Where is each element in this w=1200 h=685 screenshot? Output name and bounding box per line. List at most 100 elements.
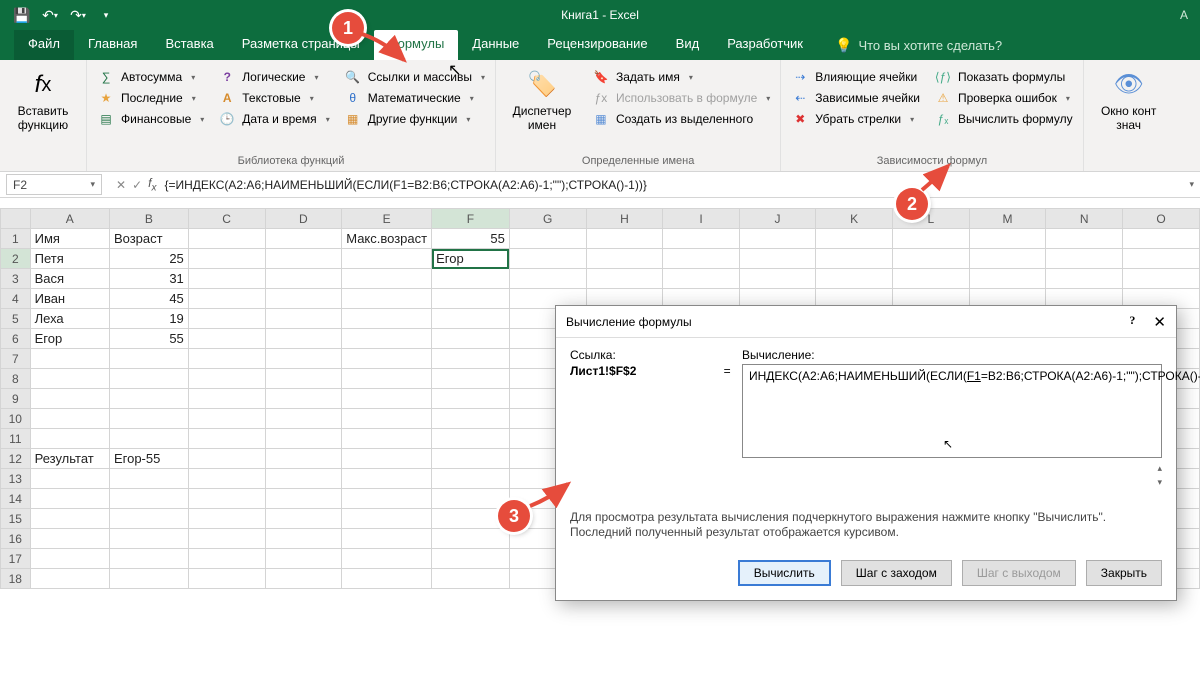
cell-B14[interactable]: [109, 489, 188, 509]
cell-M3[interactable]: [969, 269, 1046, 289]
row-header-11[interactable]: 11: [1, 429, 31, 449]
cell-F12[interactable]: [432, 449, 510, 469]
cell-E1[interactable]: Макс.возраст: [342, 229, 432, 249]
tab-insert[interactable]: Вставка: [151, 30, 227, 60]
tab-view[interactable]: Вид: [662, 30, 714, 60]
evaluate-button[interactable]: Вычислить: [738, 560, 831, 586]
cell-A5[interactable]: Леха: [30, 309, 109, 329]
cell-E3[interactable]: [342, 269, 432, 289]
cell-D13[interactable]: [265, 469, 342, 489]
row-header-16[interactable]: 16: [1, 529, 31, 549]
cmd-trace-dependents[interactable]: ⇠Зависимые ячейки: [791, 89, 920, 107]
cell-K3[interactable]: [816, 269, 893, 289]
cell-B15[interactable]: [109, 509, 188, 529]
cell-B11[interactable]: [109, 429, 188, 449]
fx-icon-bar[interactable]: fx: [148, 176, 156, 193]
cell-C15[interactable]: [188, 509, 265, 529]
cell-C6[interactable]: [188, 329, 265, 349]
row-header-7[interactable]: 7: [1, 349, 31, 369]
save-icon[interactable]: 💾: [10, 4, 34, 26]
row-header-2[interactable]: 2: [1, 249, 31, 269]
row-header-1[interactable]: 1: [1, 229, 31, 249]
cell-B18[interactable]: [109, 569, 188, 589]
cell-D17[interactable]: [265, 549, 342, 569]
row-header-3[interactable]: 3: [1, 269, 31, 289]
cell-D5[interactable]: [265, 309, 342, 329]
cell-C7[interactable]: [188, 349, 265, 369]
select-all-corner[interactable]: [1, 209, 31, 229]
close-button[interactable]: Закрыть: [1086, 560, 1162, 586]
cell-E4[interactable]: [342, 289, 432, 309]
col-header-M[interactable]: M: [969, 209, 1046, 229]
col-header-H[interactable]: H: [586, 209, 663, 229]
enter-icon[interactable]: ✓: [132, 178, 142, 192]
cell-E8[interactable]: [342, 369, 432, 389]
dialog-titlebar[interactable]: Вычисление формулы ? ✕: [556, 306, 1176, 338]
cell-C10[interactable]: [188, 409, 265, 429]
col-header-J[interactable]: J: [739, 209, 816, 229]
cell-F8[interactable]: [432, 369, 510, 389]
cell-F2[interactable]: Егор: [432, 249, 510, 269]
cell-B7[interactable]: [109, 349, 188, 369]
cell-O2[interactable]: [1123, 249, 1200, 269]
cell-E10[interactable]: [342, 409, 432, 429]
cell-C5[interactable]: [188, 309, 265, 329]
cell-A18[interactable]: [30, 569, 109, 589]
cell-A3[interactable]: Вася: [30, 269, 109, 289]
cell-C16[interactable]: [188, 529, 265, 549]
cell-A9[interactable]: [30, 389, 109, 409]
redo-icon[interactable]: ↷▾: [66, 4, 90, 26]
cell-A4[interactable]: Иван: [30, 289, 109, 309]
cell-B10[interactable]: [109, 409, 188, 429]
cmd-evaluate-formula[interactable]: ƒₓВычислить формулу: [934, 110, 1073, 128]
cell-A13[interactable]: [30, 469, 109, 489]
cell-A14[interactable]: [30, 489, 109, 509]
cmd-show-formulas[interactable]: ⟨ƒ⟩Показать формулы: [934, 68, 1073, 86]
cell-B4[interactable]: 45: [109, 289, 188, 309]
cell-I2[interactable]: [663, 249, 739, 269]
cell-E12[interactable]: [342, 449, 432, 469]
cmd-text[interactable]: AТекстовые▾: [218, 89, 329, 107]
cell-D10[interactable]: [265, 409, 342, 429]
cell-H1[interactable]: [586, 229, 663, 249]
row-header-14[interactable]: 14: [1, 489, 31, 509]
col-header-D[interactable]: D: [265, 209, 342, 229]
cell-G1[interactable]: [509, 229, 586, 249]
cell-F10[interactable]: [432, 409, 510, 429]
cell-O3[interactable]: [1123, 269, 1200, 289]
cell-F13[interactable]: [432, 469, 510, 489]
scroll-icon[interactable]: ▴▾: [1157, 463, 1162, 487]
account-icon[interactable]: A: [1180, 8, 1200, 22]
cmd-autosum[interactable]: ∑Автосумма▾: [97, 68, 204, 86]
row-header-6[interactable]: 6: [1, 329, 31, 349]
cell-B5[interactable]: 19: [109, 309, 188, 329]
cell-C1[interactable]: [188, 229, 265, 249]
cell-C9[interactable]: [188, 389, 265, 409]
cell-H2[interactable]: [586, 249, 663, 269]
cell-C17[interactable]: [188, 549, 265, 569]
cell-B16[interactable]: [109, 529, 188, 549]
cmd-remove-arrows[interactable]: ✖Убрать стрелки▾: [791, 110, 920, 128]
row-header-17[interactable]: 17: [1, 549, 31, 569]
cell-C12[interactable]: [188, 449, 265, 469]
cell-A12[interactable]: Результат: [30, 449, 109, 469]
cell-B17[interactable]: [109, 549, 188, 569]
cell-C8[interactable]: [188, 369, 265, 389]
cell-F14[interactable]: [432, 489, 510, 509]
cell-K2[interactable]: [816, 249, 893, 269]
cell-C14[interactable]: [188, 489, 265, 509]
cell-C18[interactable]: [188, 569, 265, 589]
cell-D16[interactable]: [265, 529, 342, 549]
cell-D3[interactable]: [265, 269, 342, 289]
watch-window-button[interactable]: 👁 Окно конт знач: [1094, 64, 1164, 132]
row-header-13[interactable]: 13: [1, 469, 31, 489]
cancel-icon[interactable]: ✕: [116, 178, 126, 192]
row-header-9[interactable]: 9: [1, 389, 31, 409]
cell-D9[interactable]: [265, 389, 342, 409]
cell-F16[interactable]: [432, 529, 510, 549]
namebox-dropdown-icon[interactable]: ▾: [90, 181, 95, 188]
cmd-create-from-selection[interactable]: ▦Создать из выделенного: [592, 110, 770, 128]
cmd-recent[interactable]: ★Последние▾: [97, 89, 204, 107]
col-header-I[interactable]: I: [663, 209, 739, 229]
cell-E5[interactable]: [342, 309, 432, 329]
